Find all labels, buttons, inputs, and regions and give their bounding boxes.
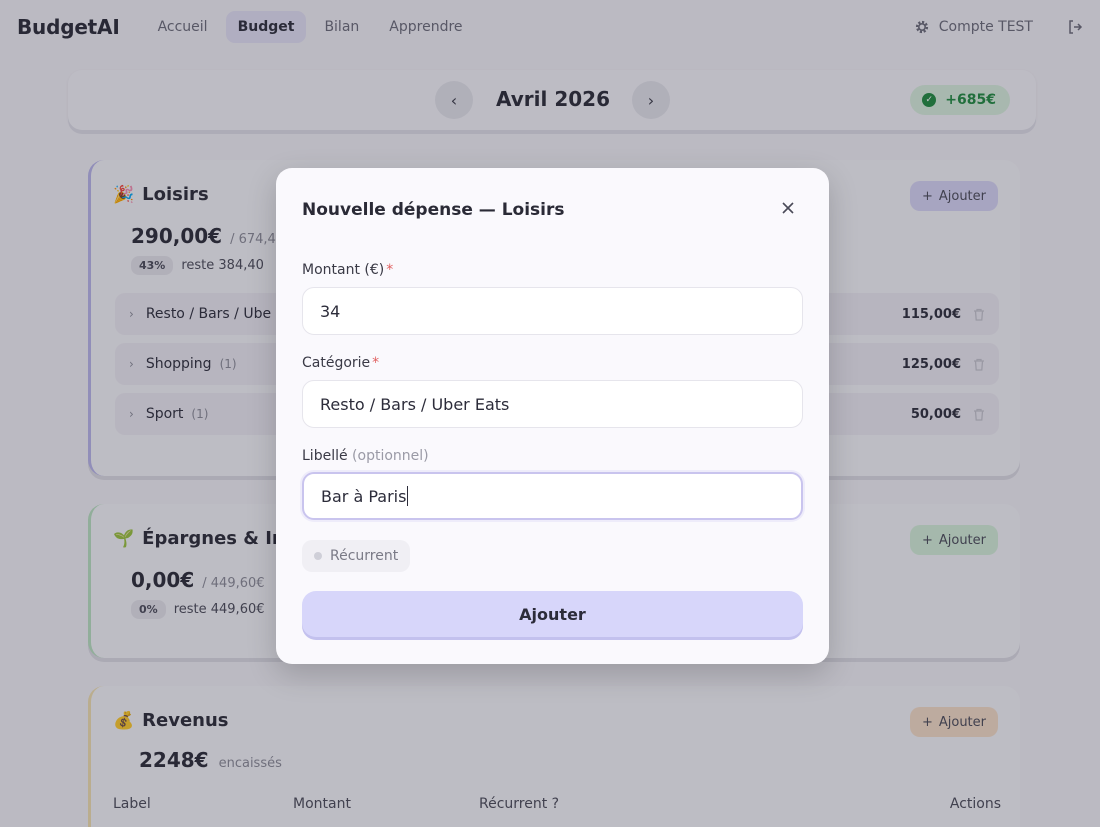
amount-input[interactable]: 34: [302, 287, 803, 335]
amount-label: Montant (€) *: [302, 262, 393, 278]
recurrent-toggle[interactable]: Récurrent: [302, 540, 411, 572]
toggle-dot-icon: [314, 552, 322, 560]
new-expense-modal: Nouvelle dépense — Loisirs Montant (€) * …: [276, 168, 829, 664]
optional-hint: (optionnel): [352, 448, 429, 464]
required-mark: *: [372, 355, 380, 371]
recurrent-label: Récurrent: [330, 548, 399, 564]
modal-title: Nouvelle dépense — Loisirs: [302, 200, 565, 220]
text-caret: [407, 486, 409, 506]
libelle-value: Bar à Paris: [321, 486, 407, 506]
libelle-label-text: Libellé: [302, 448, 348, 464]
category-value: Resto / Bars / Uber Eats: [320, 394, 510, 414]
libelle-input[interactable]: Bar à Paris: [302, 472, 803, 520]
amount-value: 34: [320, 301, 341, 321]
submit-button[interactable]: Ajouter: [302, 591, 803, 637]
libelle-label: Libellé (optionnel): [302, 448, 429, 464]
category-select[interactable]: Resto / Bars / Uber Eats: [302, 380, 803, 428]
category-label: Catégorie *: [302, 355, 379, 371]
close-icon[interactable]: [781, 201, 795, 215]
amount-label-text: Montant (€): [302, 262, 385, 278]
category-label-text: Catégorie: [302, 355, 371, 371]
required-mark: *: [386, 262, 394, 278]
